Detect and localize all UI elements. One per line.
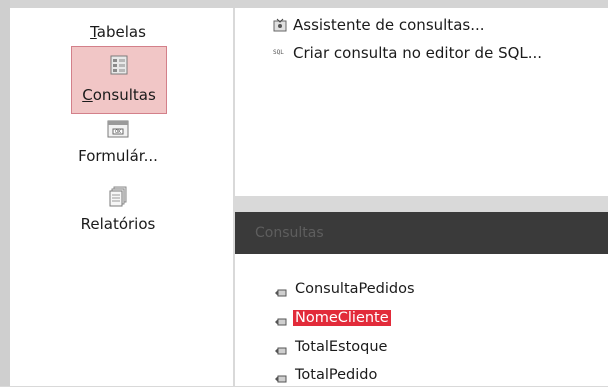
tasks-panel: Assistente de consultas... SQL Criar con… bbox=[235, 8, 608, 196]
list-item-label: NomeCliente bbox=[293, 310, 391, 326]
left-edge bbox=[0, 0, 10, 386]
list-item-label: TotalPedido bbox=[295, 367, 378, 383]
queries-header: Consultas bbox=[235, 212, 608, 254]
svg-text:OK: OK bbox=[115, 129, 121, 134]
list-item-label: ConsultaPedidos bbox=[295, 281, 415, 297]
query-item-icon bbox=[275, 314, 287, 326]
sidebar-item-relatorios[interactable]: Relatórios bbox=[70, 186, 166, 242]
form-icon: OK bbox=[107, 120, 129, 138]
list-item-nomecliente[interactable]: NomeCliente bbox=[275, 308, 391, 328]
task-label: Criar consulta no editor de SQL... bbox=[293, 44, 543, 62]
sidebar-item-tabelas[interactable]: Tabelas bbox=[70, 22, 166, 46]
query-item-icon bbox=[275, 371, 287, 383]
task-query-wizard[interactable]: Assistente de consultas... bbox=[273, 16, 485, 34]
sidebar-item-label: Tabelas bbox=[90, 23, 146, 41]
report-icon bbox=[109, 186, 127, 208]
sidebar-item-formularios[interactable]: OK Formulár... bbox=[70, 120, 166, 176]
wizard-icon bbox=[273, 18, 287, 32]
task-sql-editor[interactable]: SQL Criar consulta no editor de SQL... bbox=[273, 44, 542, 62]
queries-panel: Consultas ConsultaPedidos NomeCliente To… bbox=[235, 212, 608, 386]
list-item-label: TotalEstoque bbox=[295, 339, 388, 355]
base-window: Tabelas Consultas OK Formulár... Relatór… bbox=[0, 0, 608, 386]
list-item-totalpedido[interactable]: TotalPedido bbox=[275, 365, 379, 385]
sidebar-item-label: Consultas bbox=[82, 86, 156, 104]
list-item-totalestoque[interactable]: TotalEstoque bbox=[275, 337, 389, 357]
database-sidebar: Tabelas Consultas OK Formulár... Relatór… bbox=[10, 8, 233, 386]
task-label: Assistente de consultas... bbox=[293, 16, 485, 34]
sql-icon: SQL bbox=[273, 49, 284, 56]
sidebar-item-consultas[interactable]: Consultas bbox=[71, 46, 167, 114]
sidebar-item-label: Relatórios bbox=[80, 215, 156, 233]
sidebar-item-label: Formulár... bbox=[78, 147, 158, 165]
top-edge bbox=[0, 0, 608, 8]
query-item-icon bbox=[275, 343, 287, 355]
query-icon bbox=[110, 55, 128, 75]
query-item-icon bbox=[275, 285, 287, 297]
list-item-consultapedidos[interactable]: ConsultaPedidos bbox=[275, 279, 417, 299]
